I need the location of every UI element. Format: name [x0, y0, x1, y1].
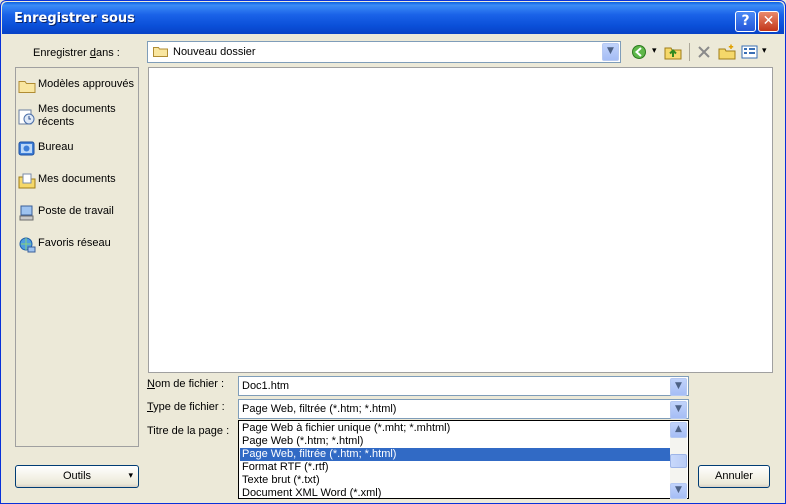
tools-dropdown-arrow: ▾: [128, 471, 133, 481]
scroll-down-button[interactable]: ▼: [670, 483, 687, 499]
place-recent-documents[interactable]: Mes documents récents: [18, 103, 138, 129]
my-computer-icon: [18, 205, 36, 221]
place-label: Modèles approuvés: [38, 78, 135, 90]
filetype-option[interactable]: Texte brut (*.txt): [240, 474, 670, 487]
place-my-documents[interactable]: Mes documents: [18, 173, 138, 189]
filetype-dropdown-list: Page Web à fichier unique (*.mht; *.mhtm…: [238, 420, 689, 499]
filetype-dropdown-arrow[interactable]: ▼: [670, 401, 687, 419]
desktop-icon: [18, 141, 36, 157]
delete-icon[interactable]: [695, 44, 713, 60]
place-network[interactable]: Favoris réseau: [18, 237, 138, 253]
filetype-option[interactable]: Page Web à fichier unique (*.mht; *.mhtm…: [240, 422, 670, 435]
title-bar[interactable]: Enregistrer sous ? ✕: [2, 2, 784, 34]
new-folder-icon[interactable]: [718, 44, 736, 60]
place-label: Poste de travail: [38, 205, 114, 217]
place-trusted-templates[interactable]: Modèles approuvés: [18, 78, 138, 94]
scroll-thumb[interactable]: [670, 454, 687, 468]
filetype-option-selected[interactable]: Page Web, filtrée (*.htm; *.html): [240, 448, 670, 461]
back-dropdown-arrow[interactable]: ▾: [652, 46, 657, 56]
tools-button[interactable]: Outils ▾: [15, 465, 139, 488]
scroll-up-button[interactable]: ▲: [670, 422, 687, 438]
help-button[interactable]: ?: [735, 11, 756, 32]
place-desktop[interactable]: Bureau: [18, 141, 138, 157]
up-folder-icon[interactable]: [664, 44, 682, 60]
toolbar-separator: [689, 43, 690, 61]
save-as-dialog: Enregistrer sous ? ✕ Enregistrer dans : …: [0, 0, 786, 504]
filetype-combo[interactable]: Page Web, filtrée (*.htm; *.html) ▼: [238, 399, 689, 419]
place-label: Mes documents récents: [38, 103, 116, 128]
place-label: Mes documents: [38, 173, 116, 185]
file-list[interactable]: [148, 67, 773, 373]
close-button[interactable]: ✕: [758, 11, 779, 32]
lookin-value: Nouveau dossier: [173, 46, 256, 58]
filename-value: Doc1.htm: [242, 380, 290, 392]
filetype-value: Page Web, filtrée (*.htm; *.html): [242, 403, 397, 415]
views-icon[interactable]: [741, 44, 759, 60]
recent-documents-icon: [18, 109, 36, 125]
back-icon[interactable]: [631, 44, 649, 60]
place-label: Bureau: [38, 141, 74, 153]
dropdown-scrollbar[interactable]: ▲ ▼: [670, 422, 687, 499]
folder-icon: [153, 45, 168, 57]
place-my-computer[interactable]: Poste de travail: [18, 205, 138, 221]
dialog-title: Enregistrer sous: [14, 11, 135, 26]
filename-dropdown-arrow[interactable]: ▼: [670, 378, 687, 396]
pagetitle-label: Titre de la page :: [147, 425, 230, 437]
places-bar: Modèles approuvés Mes documents récents …: [15, 67, 139, 447]
lookin-combo[interactable]: Nouveau dossier ▼: [147, 41, 621, 63]
network-places-icon: [18, 237, 36, 253]
filetype-option[interactable]: Format RTF (*.rtf): [240, 461, 670, 474]
my-documents-icon: [18, 173, 36, 189]
place-label: Favoris réseau: [38, 237, 111, 249]
folder-icon: [18, 78, 36, 94]
lookin-label: Enregistrer dans :: [33, 47, 120, 59]
filename-field[interactable]: Doc1.htm ▼: [238, 376, 689, 396]
filetype-option[interactable]: Page Web (*.htm; *.html): [240, 435, 670, 448]
filename-label: Nom de fichier :: [147, 378, 225, 390]
filetype-label: Type de fichier :: [147, 401, 225, 413]
cancel-button[interactable]: Annuler: [698, 465, 770, 488]
tools-label: Outils: [62, 470, 92, 482]
filetype-option[interactable]: Document XML Word (*.xml): [240, 487, 670, 500]
lookin-dropdown-arrow[interactable]: ▼: [602, 43, 619, 61]
views-dropdown-arrow[interactable]: ▾: [762, 46, 767, 56]
